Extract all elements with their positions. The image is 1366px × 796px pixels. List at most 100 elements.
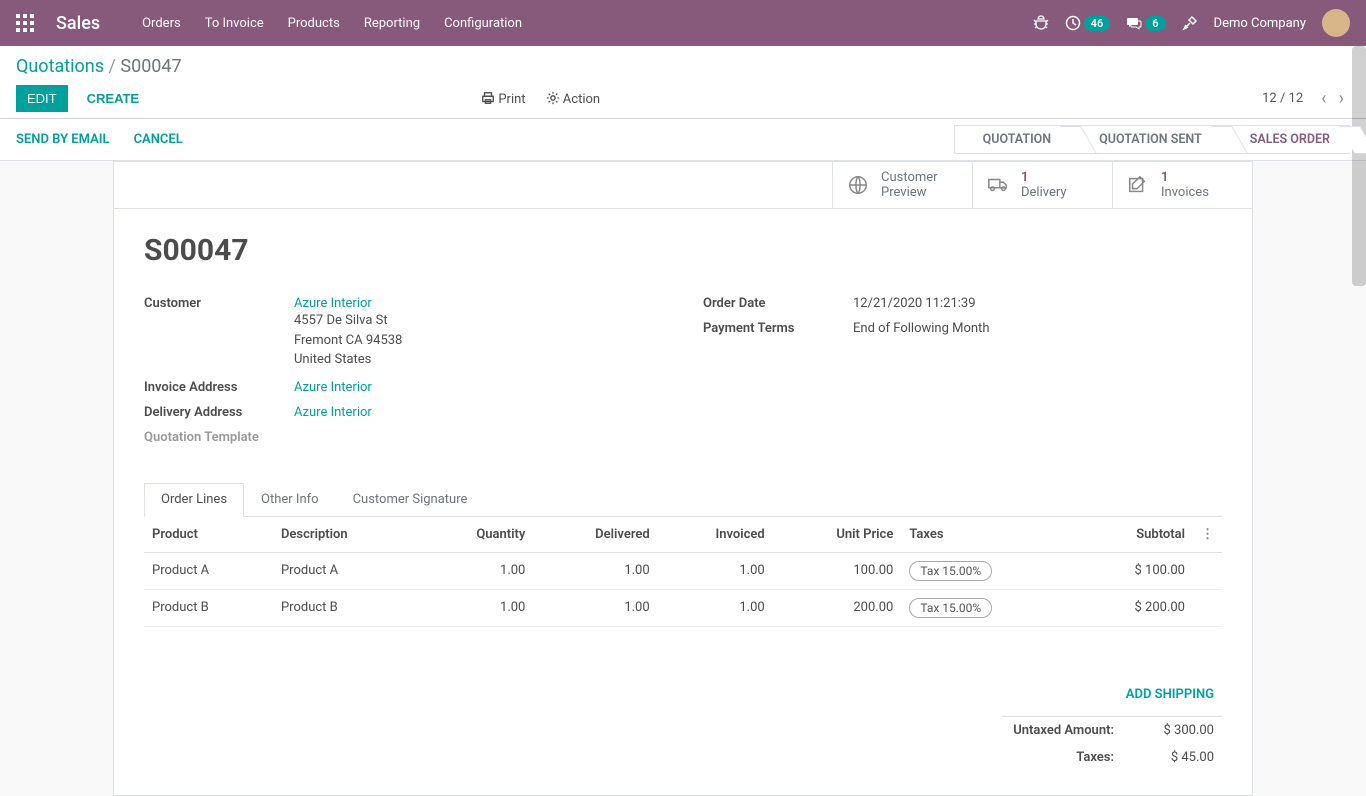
taxes-value: $ 45.00 bbox=[1122, 744, 1222, 771]
step-quotation[interactable]: QUOTATION bbox=[954, 125, 1072, 154]
company-name[interactable]: Demo Company bbox=[1214, 16, 1306, 31]
col-invoiced[interactable]: Invoiced bbox=[658, 517, 773, 553]
cell-subtotal: $ 100.00 bbox=[1076, 552, 1193, 589]
delivery-address-link[interactable]: Azure Interior bbox=[294, 405, 372, 420]
col-taxes[interactable]: Taxes bbox=[901, 517, 1075, 553]
order-lines-table: Product Description Quantity Delivered I… bbox=[144, 517, 1222, 627]
breadcrumb: Quotations / S00047 bbox=[16, 56, 1350, 77]
tax-pill: Tax 15.00% bbox=[909, 598, 992, 618]
create-button[interactable]: CREATE bbox=[76, 85, 150, 112]
tab-other-info[interactable]: Other Info bbox=[244, 483, 336, 516]
breadcrumb-sep: / bbox=[108, 56, 120, 77]
cancel-button[interactable]: CANCEL bbox=[134, 132, 183, 147]
cell-taxes: Tax 15.00% bbox=[901, 552, 1075, 589]
cell-delivered: 1.00 bbox=[533, 589, 657, 626]
order-name: S00047 bbox=[144, 233, 1222, 268]
scrollbar-thumb[interactable] bbox=[1352, 46, 1366, 286]
nav-orders[interactable]: Orders bbox=[142, 16, 181, 31]
stat-delivery[interactable]: 1Delivery bbox=[972, 162, 1112, 208]
untaxed-value: $ 300.00 bbox=[1122, 716, 1222, 744]
nav-reporting[interactable]: Reporting bbox=[364, 16, 420, 31]
delivery-address-label: Delivery Address bbox=[144, 405, 294, 420]
col-product[interactable]: Product bbox=[144, 517, 273, 553]
cell-invoiced: 1.00 bbox=[658, 589, 773, 626]
pager-counter[interactable]: 12 / 12 bbox=[1262, 91, 1303, 106]
col-quantity[interactable]: Quantity bbox=[419, 517, 534, 553]
customer-addr-3: United States bbox=[294, 350, 663, 370]
col-subtotal[interactable]: Subtotal bbox=[1076, 517, 1193, 553]
totals: Untaxed Amount: $ 300.00 Taxes: $ 45.00 bbox=[144, 716, 1222, 771]
customer-addr-2: Fremont CA 94538 bbox=[294, 331, 663, 351]
cell-quantity: 1.00 bbox=[419, 589, 534, 626]
cell-invoiced: 1.00 bbox=[658, 552, 773, 589]
stat-preview-l2: Preview bbox=[881, 185, 938, 200]
pager-prev-icon[interactable]: ‹ bbox=[1315, 88, 1332, 109]
status-steps: QUOTATION QUOTATION SENT SALES ORDER bbox=[954, 125, 1350, 154]
col-options-icon[interactable]: ⋮ bbox=[1193, 517, 1222, 553]
pencil-square-icon bbox=[1127, 174, 1149, 196]
customer-link[interactable]: Azure Interior bbox=[294, 296, 372, 311]
activity-icon[interactable]: 46 bbox=[1065, 15, 1111, 31]
stat-invoices[interactable]: 1Invoices bbox=[1112, 162, 1252, 208]
nav-products[interactable]: Products bbox=[288, 16, 340, 31]
bug-icon[interactable] bbox=[1033, 15, 1049, 31]
breadcrumb-root[interactable]: Quotations bbox=[16, 56, 104, 77]
cell-unit-price: 200.00 bbox=[773, 589, 902, 626]
messages-badge: 6 bbox=[1145, 16, 1165, 31]
customer-label: Customer bbox=[144, 296, 294, 370]
stat-preview-l1: Customer bbox=[881, 170, 938, 185]
invoice-address-link[interactable]: Azure Interior bbox=[294, 380, 372, 395]
pager: 12 / 12 ‹ › bbox=[1262, 88, 1350, 109]
col-description[interactable]: Description bbox=[273, 517, 419, 553]
quotation-template-value bbox=[294, 430, 663, 445]
tab-order-lines[interactable]: Order Lines bbox=[144, 483, 244, 517]
edit-button[interactable]: EDIT bbox=[16, 85, 68, 112]
order-date-value: 12/21/2020 11:21:39 bbox=[853, 296, 1222, 311]
stat-customer-preview[interactable]: CustomerPreview bbox=[832, 162, 972, 208]
untaxed-label: Untaxed Amount: bbox=[1002, 716, 1122, 744]
app-brand[interactable]: Sales bbox=[56, 13, 100, 34]
add-shipping-button[interactable]: ADD SHIPPING bbox=[144, 627, 1222, 716]
nav-to-invoice[interactable]: To Invoice bbox=[205, 16, 264, 31]
messages-icon[interactable]: 6 bbox=[1126, 15, 1165, 31]
user-avatar[interactable] bbox=[1322, 9, 1350, 37]
table-row[interactable]: Product AProduct A1.001.001.00100.00Tax … bbox=[144, 552, 1222, 589]
print-button[interactable]: Print bbox=[481, 91, 525, 107]
order-date-label: Order Date bbox=[703, 296, 853, 311]
tabs: Order Lines Other Info Customer Signatur… bbox=[144, 483, 1222, 517]
action-button[interactable]: Action bbox=[546, 91, 601, 107]
cell-subtotal: $ 200.00 bbox=[1076, 589, 1193, 626]
breadcrumb-current: S00047 bbox=[120, 56, 181, 77]
nav-configuration[interactable]: Configuration bbox=[444, 16, 522, 31]
customer-addr-1: 4557 De Silva St bbox=[294, 311, 663, 331]
col-unit-price[interactable]: Unit Price bbox=[773, 517, 902, 553]
nav-menu: Orders To Invoice Products Reporting Con… bbox=[142, 16, 522, 31]
table-row[interactable]: Product BProduct B1.001.001.00200.00Tax … bbox=[144, 589, 1222, 626]
tab-customer-signature[interactable]: Customer Signature bbox=[336, 483, 485, 516]
col-delivered[interactable]: Delivered bbox=[533, 517, 657, 553]
tax-pill: Tax 15.00% bbox=[909, 561, 992, 581]
payment-terms-value: End of Following Month bbox=[853, 321, 1222, 336]
invoice-address-label: Invoice Address bbox=[144, 380, 294, 395]
cell-product: Product B bbox=[144, 589, 273, 626]
cell-product: Product A bbox=[144, 552, 273, 589]
cell-taxes: Tax 15.00% bbox=[901, 589, 1075, 626]
stat-invoices-label: Invoices bbox=[1161, 185, 1209, 200]
nav-right: 46 6 Demo Company bbox=[1033, 9, 1350, 37]
pager-next-icon[interactable]: › bbox=[1333, 88, 1350, 109]
send-email-button[interactable]: SEND BY EMAIL bbox=[16, 132, 110, 147]
form-sheet: CustomerPreview 1Delivery 1Invoices S000… bbox=[113, 161, 1253, 796]
stat-buttons: CustomerPreview 1Delivery 1Invoices bbox=[114, 162, 1252, 209]
status-bar: SEND BY EMAIL CANCEL QUOTATION QUOTATION… bbox=[0, 119, 1366, 161]
apps-icon[interactable] bbox=[16, 14, 34, 32]
top-navbar: Sales Orders To Invoice Products Reporti… bbox=[0, 0, 1366, 46]
control-bar: Quotations / S00047 EDIT CREATE Print Ac… bbox=[0, 46, 1366, 119]
quotation-template-label: Quotation Template bbox=[144, 430, 294, 445]
globe-icon bbox=[847, 174, 869, 196]
stat-invoices-count: 1 bbox=[1161, 170, 1209, 185]
payment-terms-label: Payment Terms bbox=[703, 321, 853, 336]
stat-delivery-label: Delivery bbox=[1021, 185, 1067, 200]
tools-icon[interactable] bbox=[1182, 15, 1198, 31]
cell-description: Product A bbox=[273, 552, 419, 589]
truck-icon bbox=[987, 174, 1009, 196]
